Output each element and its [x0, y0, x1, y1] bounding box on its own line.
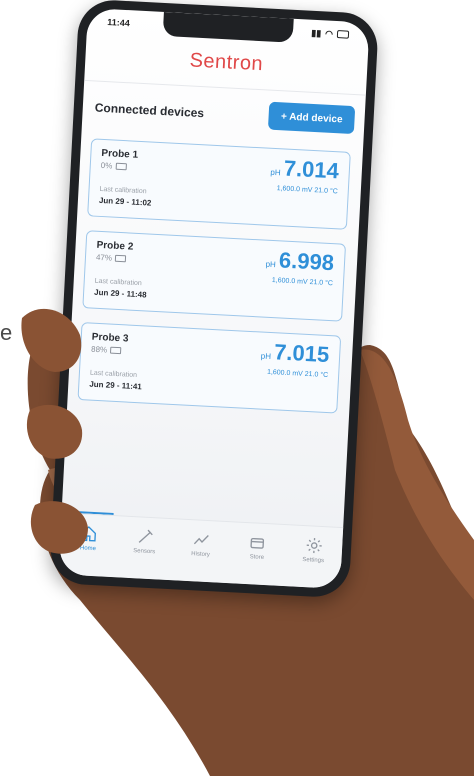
- phone-frame: 11:44 ▮▮ ◠ Sentron Connected devices + A…: [48, 0, 380, 599]
- chart-icon: [193, 535, 209, 545]
- tab-label: History: [191, 551, 211, 559]
- status-icons: ▮▮ ◠: [311, 27, 350, 40]
- header-divider: [84, 79, 366, 96]
- signal-icon: ▮▮: [311, 27, 322, 38]
- tab-label: Settings: [302, 556, 325, 565]
- home-icon: [80, 526, 97, 542]
- section-title: Connected devices: [94, 100, 205, 121]
- tab-store[interactable]: Store: [232, 532, 283, 562]
- mv-temperature: 1,600.0 mV 21.0 °C: [271, 277, 334, 288]
- ph-reading: pH 6.998: [265, 247, 335, 277]
- battery-level: 0%: [100, 160, 113, 171]
- tab-label: Home: [79, 545, 97, 553]
- ph-unit: pH: [270, 167, 281, 178]
- calibration-date: Jun 29 - 11:48: [93, 287, 147, 300]
- probe-icon: [138, 529, 153, 543]
- tab-home[interactable]: Home: [63, 523, 114, 553]
- ph-value: 6.998: [278, 247, 335, 276]
- calibration-label: Last calibration: [89, 369, 138, 380]
- mv-temperature: 1,600.0 mV 21.0 °C: [266, 368, 329, 380]
- ph-value: 7.014: [283, 155, 340, 184]
- tab-history[interactable]: History: [175, 529, 226, 559]
- ph-unit: pH: [265, 259, 277, 270]
- battery-icon: [115, 162, 127, 171]
- tab-settings[interactable]: Settings: [288, 535, 339, 565]
- status-time: 11:44: [107, 17, 131, 29]
- tab-label: Store: [249, 554, 265, 561]
- ph-reading: pH 7.015: [260, 339, 330, 369]
- battery-level: 47%: [95, 252, 113, 263]
- bottom-tab-bar: Home Sensors History Store Settings: [58, 512, 344, 589]
- wifi-icon: ◠: [324, 27, 334, 39]
- background-text-fragment: e: [0, 320, 13, 345]
- battery-icon: [109, 346, 122, 355]
- device-card[interactable]: Probe 1 0% Last calibration Jun 29 - 11:…: [87, 138, 351, 230]
- tab-sensors[interactable]: Sensors: [119, 526, 170, 556]
- phone-screen: 11:44 ▮▮ ◠ Sentron Connected devices + A…: [58, 8, 370, 589]
- ph-value: 7.015: [273, 339, 330, 368]
- battery-icon: [336, 30, 350, 39]
- add-device-button[interactable]: + Add device: [268, 101, 356, 135]
- tab-label: Sensors: [133, 548, 156, 556]
- calibration-date: Jun 29 - 11:02: [98, 195, 152, 208]
- gear-icon: [306, 538, 322, 554]
- calibration-label: Last calibration: [99, 185, 147, 196]
- ph-unit: pH: [260, 351, 272, 362]
- calibration-label: Last calibration: [94, 277, 142, 288]
- app-title: Sentron: [189, 49, 264, 76]
- store-icon: [250, 537, 265, 549]
- ph-reading: pH 7.014: [270, 155, 340, 185]
- mv-temperature: 1,600.0 mV 21.0 °C: [276, 185, 338, 196]
- calibration-date: Jun 29 - 11:41: [89, 379, 142, 392]
- device-card[interactable]: Probe 2 47% Last calibration Jun 29 - 11…: [82, 230, 347, 322]
- device-card[interactable]: Probe 3 88% Last calibration Jun 29 - 11…: [77, 322, 342, 414]
- battery-icon: [114, 254, 127, 263]
- battery-level: 88%: [90, 344, 108, 355]
